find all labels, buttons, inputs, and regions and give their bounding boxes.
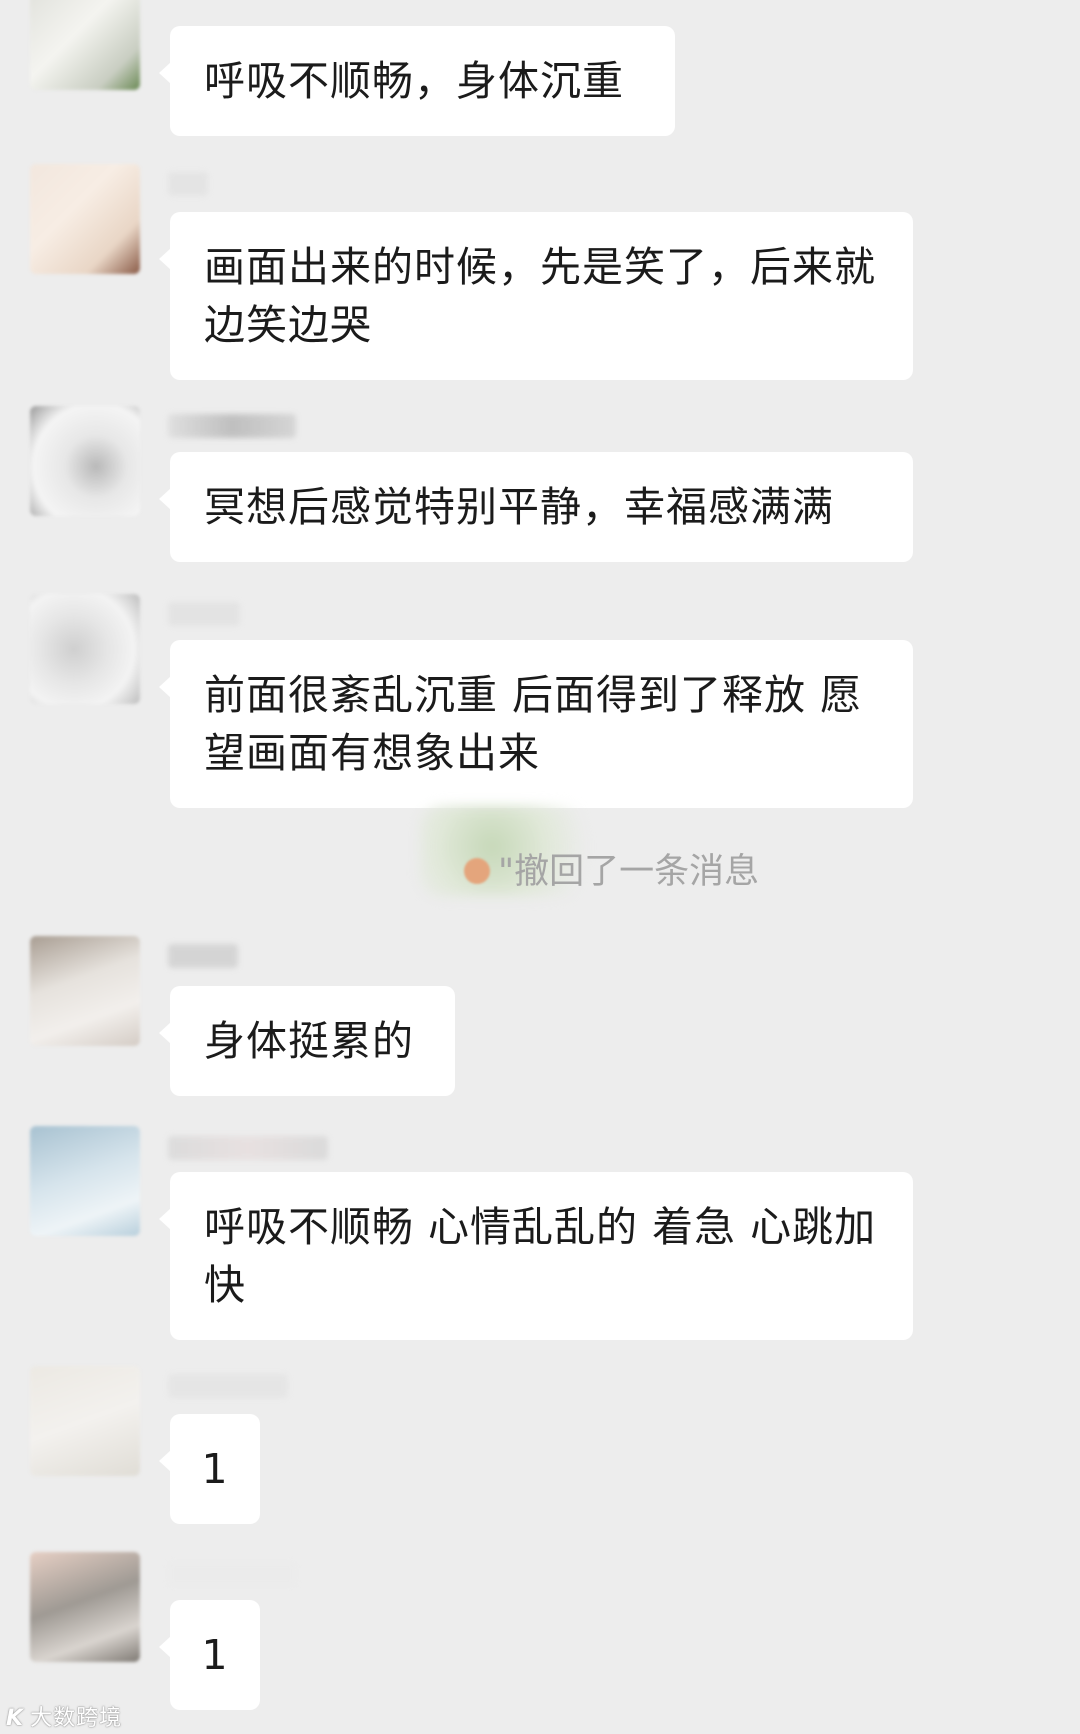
- sender-name: [168, 1136, 328, 1160]
- message-text: 画面出来的时候，先是笑了，后来就边笑边哭: [204, 243, 876, 349]
- message-text: 前面很紊乱沉重 后面得到了释放 愿望画面有想象出来: [204, 671, 863, 777]
- avatar[interactable]: [30, 1366, 140, 1476]
- message-text: 1: [201, 1631, 229, 1679]
- message-text: 呼吸不顺畅，身体沉重: [204, 57, 624, 105]
- message-bubble[interactable]: 呼吸不顺畅，身体沉重: [159, 26, 675, 136]
- recall-notice: "撤回了一条消息: [470, 846, 759, 898]
- avatar[interactable]: [30, 594, 140, 704]
- sender-name: [168, 172, 208, 196]
- watermark: K 大数跨境: [6, 1700, 122, 1732]
- message-text: 1: [201, 1445, 229, 1493]
- message-bubble[interactable]: 画面出来的时候，先是笑了，后来就边笑边哭: [159, 212, 913, 380]
- avatar[interactable]: [30, 164, 140, 274]
- watermark-logo: K: [6, 1706, 25, 1731]
- avatar[interactable]: [30, 0, 140, 90]
- message-bubble[interactable]: 1: [159, 1600, 260, 1710]
- message-bubble[interactable]: 1: [159, 1414, 260, 1524]
- message-text: 呼吸不顺畅 心情乱乱的 着急 心跳加快: [204, 1203, 877, 1309]
- message-bubble[interactable]: 呼吸不顺畅 心情乱乱的 着急 心跳加快: [159, 1172, 913, 1340]
- message-bubble[interactable]: 前面很紊乱沉重 后面得到了释放 愿望画面有想象出来: [159, 640, 913, 808]
- avatar[interactable]: [30, 936, 140, 1046]
- recall-notice-text: "撤回了一条消息: [498, 852, 760, 892]
- sender-name: [168, 1374, 288, 1398]
- message-text: 冥想后感觉特别平静，幸福感满满: [204, 483, 834, 531]
- message-text: 身体挺累的: [204, 1017, 414, 1065]
- avatar[interactable]: [30, 1552, 140, 1662]
- watermark-text: 大数跨境: [30, 1706, 123, 1731]
- avatar[interactable]: [30, 1126, 140, 1236]
- sender-name: [168, 602, 240, 626]
- chat-message-list[interactable]: 呼吸不顺畅，身体沉重 画面出来的时候，先是笑了，后来就边笑边哭 冥想后感觉特别平…: [0, 0, 1080, 1734]
- avatar[interactable]: [30, 406, 140, 516]
- sender-name: [168, 1562, 296, 1586]
- sender-name: [168, 414, 296, 438]
- message-bubble[interactable]: 身体挺累的: [159, 986, 455, 1096]
- sender-name: [168, 944, 238, 968]
- message-bubble[interactable]: 冥想后感觉特别平静，幸福感满满: [159, 452, 913, 562]
